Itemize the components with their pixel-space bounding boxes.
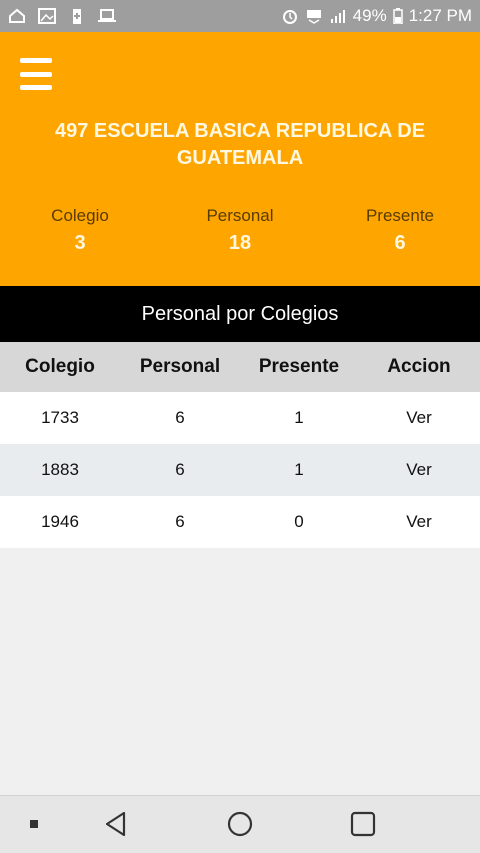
battery-percent: 49% [352, 6, 387, 25]
lte-icon [306, 10, 321, 24]
battery-icon [392, 8, 403, 24]
status-right: 49% 1:27 PM [281, 6, 472, 26]
cell-colegio: 1883 [41, 460, 79, 479]
cell-personal: 6 [175, 460, 185, 479]
stat-label: Colegio [51, 206, 109, 225]
table-row: 1946 6 0 Ver [0, 496, 480, 548]
laptop-icon [98, 9, 116, 22]
stats-summary: Colegio 3 Personal 18 Presente 6 [0, 206, 480, 266]
table-header: Colegio Personal Presente Accion [0, 342, 480, 392]
column-header-accion: Accion [387, 356, 451, 377]
ver-button[interactable]: Ver [358, 408, 480, 428]
stat-value: 6 [394, 232, 406, 254]
column-header-personal: Personal [139, 356, 221, 377]
section-title-bar: Personal por Colegios [0, 286, 480, 342]
signal-icon [330, 10, 345, 23]
school-header: 497 ESCUELA BASICA REPUBLICA DE GUATEMAL… [0, 32, 480, 286]
stat-colegio: Colegio 3 [20, 206, 140, 255]
cell-colegio: 1733 [41, 408, 79, 427]
dot-icon[interactable] [20, 810, 48, 838]
stat-personal: Personal 18 [180, 206, 300, 255]
alarm-icon [282, 10, 297, 24]
back-icon[interactable] [102, 810, 130, 838]
school-title: 497 ESCUELA BASICA REPUBLICA DE GUATEMAL… [54, 120, 426, 169]
table-row: 1883 6 1 Ver [0, 444, 480, 496]
cell-personal: 6 [175, 408, 185, 427]
battery-saver-icon [73, 9, 81, 24]
section-title: Personal por Colegios [141, 302, 339, 325]
cell-presente: 1 [294, 408, 304, 427]
personal-table: Colegio Personal Presente Accion 1733 6 … [0, 342, 480, 548]
hamburger-menu-icon[interactable] [20, 58, 52, 90]
cell-presente: 0 [294, 512, 304, 531]
status-left-icons [8, 8, 116, 24]
column-header-presente: Presente [258, 356, 340, 377]
recents-icon[interactable] [349, 810, 377, 838]
cell-colegio: 1946 [41, 512, 79, 531]
clock: 1:27 PM [408, 6, 472, 25]
column-header-colegio: Colegio [25, 356, 95, 377]
stat-value: 3 [74, 232, 86, 254]
ver-button[interactable]: Ver [358, 460, 480, 480]
status-bar: 49% 1:27 PM [0, 0, 480, 32]
cell-presente: 1 [294, 460, 304, 479]
image-icon [38, 8, 56, 24]
system-nav-bar [0, 795, 480, 853]
cell-personal: 6 [175, 512, 185, 531]
table-row: 1733 6 1 Ver [0, 392, 480, 444]
home-icon[interactable] [226, 810, 254, 838]
sync-icon [9, 8, 25, 23]
stat-presente: Presente 6 [340, 206, 460, 255]
stat-value: 18 [228, 232, 252, 254]
stat-label: Personal [206, 206, 274, 225]
stat-label: Presente [365, 206, 435, 225]
ver-button[interactable]: Ver [358, 512, 480, 532]
